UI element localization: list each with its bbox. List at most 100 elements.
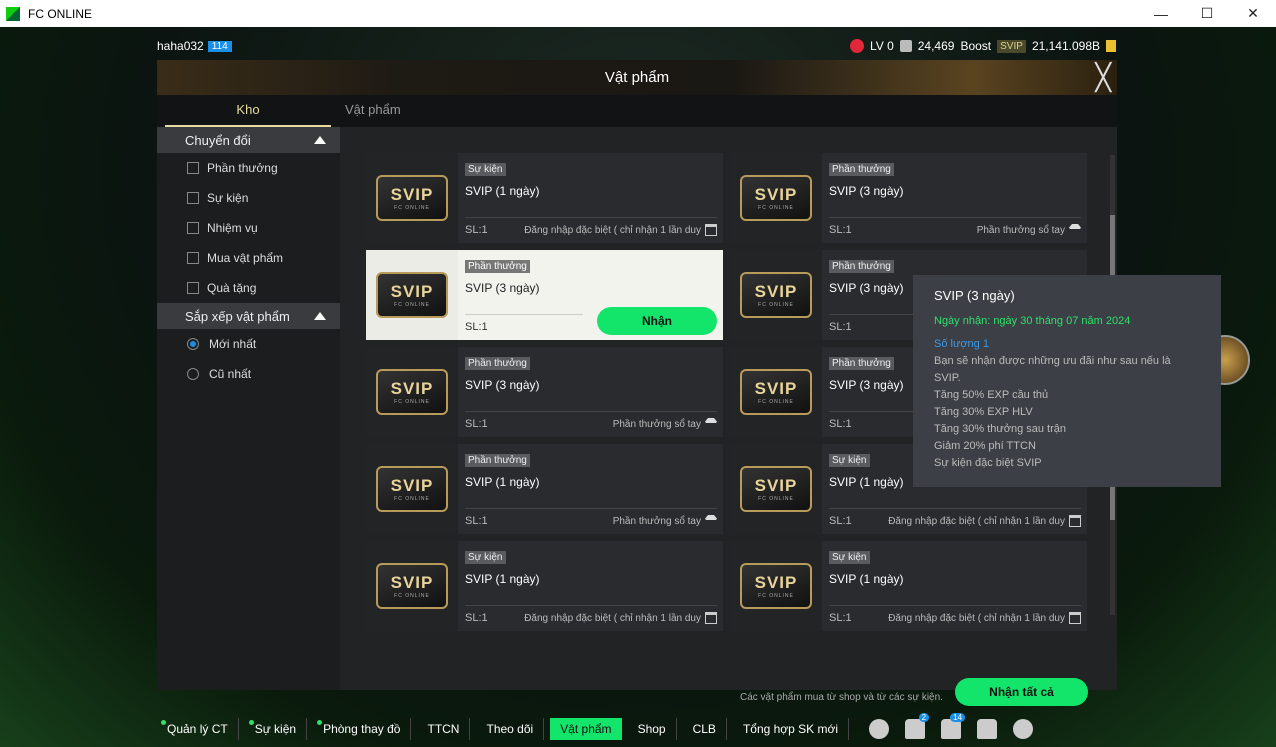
filter-option[interactable]: Phần thưởng — [157, 153, 340, 183]
svip-logo-sub: FC ONLINE — [394, 496, 430, 502]
sort-option[interactable]: Cũ nhất — [157, 359, 340, 389]
item-source-text: Phần thưởng sổ tay — [612, 418, 701, 430]
svip-logo-text: SVIP — [390, 476, 434, 495]
item-image: SVIP FC ONLINE — [366, 153, 458, 243]
chat-icon[interactable] — [869, 718, 890, 739]
bell-icon[interactable]: 14 — [941, 712, 966, 739]
maximize-button[interactable]: ☐ — [1184, 0, 1230, 27]
filter-option[interactable]: Sự kiện — [157, 183, 340, 213]
items-modal: Vật phẩm ╳ Kho Vật phẩm Chuyển đổi Phần … — [157, 60, 1221, 706]
svip-logo-text: SVIP — [390, 573, 434, 592]
nav-item[interactable]: Shop — [628, 717, 677, 740]
svip-logo-sub: FC ONLINE — [394, 399, 430, 405]
tooltip-line: Tăng 30% EXP HLV — [934, 406, 1033, 418]
svip-logo-sub: FC ONLINE — [394, 593, 430, 599]
svip-logo-text: SVIP — [754, 185, 798, 204]
item-card[interactable]: SVIP FC ONLINE Phần thưởng SVIP (3 ngày) SL:… — [366, 347, 723, 437]
close-icon[interactable]: ╳ — [1095, 64, 1111, 90]
calendar-icon — [705, 612, 717, 624]
svip-logo-sub: FC ONLINE — [758, 302, 794, 308]
item-body: Sự kiện SVIP (1 ngày) SL:1 Đăng nhập đặc bi… — [458, 541, 723, 631]
filter-section-header[interactable]: Chuyển đổi — [157, 127, 340, 153]
calendar-icon — [1069, 612, 1081, 624]
sort-section-header[interactable]: Sắp xếp vật phẩm — [157, 303, 340, 329]
nav-item[interactable]: Vật phẩm — [550, 717, 622, 740]
radio-button[interactable] — [187, 368, 199, 380]
checkbox[interactable] — [187, 162, 199, 174]
lv-value: LV 0 — [869, 39, 894, 53]
item-card[interactable]: SVIP FC ONLINE Sự kiện SVIP (1 ngày) SL:1 Đăn… — [730, 541, 1087, 631]
sidebar: Chuyển đổi Phần thưởng Sự kiện Nhiệm vụ Mua… — [157, 127, 340, 690]
svip-logo-sub: FC ONLINE — [758, 205, 794, 211]
item-source: Đăng nhập đặc biệt ( chỉ nhận 1 lần duy — [888, 515, 1081, 527]
tab-kho[interactable]: Kho — [165, 95, 331, 127]
checkbox[interactable] — [187, 252, 199, 264]
trophy-icon — [899, 40, 912, 52]
claim-button[interactable]: Nhận — [597, 307, 717, 335]
svip-badge: SVIP — [997, 39, 1026, 53]
item-image: SVIP FC ONLINE — [730, 153, 822, 243]
item-image: SVIP FC ONLINE — [730, 250, 822, 340]
window-titlebar: FC ONLINE — ☐ ✕ — [0, 0, 1276, 27]
filter-option[interactable]: Nhiệm vụ — [157, 213, 340, 243]
divider — [465, 411, 717, 412]
item-qty: SL:1 — [465, 515, 488, 527]
checkbox[interactable] — [187, 282, 199, 294]
gear-icon[interactable] — [1013, 718, 1034, 739]
item-card[interactable]: SVIP FC ONLINE Phần thưởng SVIP (3 ngày) SL:… — [730, 153, 1087, 243]
item-card[interactable]: SVIP FC ONLINE Sự kiện SVIP (1 ngày) SL:1 Đăn… — [366, 541, 723, 631]
window-close-button[interactable]: ✕ — [1230, 0, 1276, 27]
item-qty: SL:1 — [829, 612, 852, 624]
nav-item[interactable]: Phòng thay đồ — [313, 717, 412, 740]
nav-item[interactable]: Tổng hợp SK mới — [733, 717, 850, 740]
nav-item[interactable]: Theo dõi — [476, 717, 545, 740]
sort-option[interactable]: Mới nhất — [157, 329, 340, 359]
item-tag: Phần thưởng — [829, 260, 894, 273]
radio-button[interactable] — [187, 338, 199, 350]
filter-title: Chuyển đổi — [185, 132, 251, 148]
checkbox[interactable] — [187, 192, 199, 204]
item-name: SVIP (1 ngày) — [465, 572, 540, 586]
house-arrow-icon[interactable]: 2 — [905, 712, 930, 739]
item-card[interactable]: SVIP FC ONLINE Phần thưởng SVIP (1 ngày) SL:… — [366, 444, 723, 534]
item-source-text: Phần thưởng sổ tay — [612, 515, 701, 527]
item-tag: Phần thưởng — [829, 163, 894, 176]
item-qty: SL:1 — [829, 515, 852, 527]
svip-card-logo: SVIP FC ONLINE — [740, 175, 812, 221]
filter-option[interactable]: Mua vật phẩm — [157, 243, 340, 273]
item-card[interactable]: SVIP FC ONLINE Phần thưởng SVIP (3 ngày) SL:… — [366, 250, 723, 340]
item-card[interactable]: SVIP FC ONLINE Sự kiện SVIP (1 ngày) SL:1 Đăn… — [366, 153, 723, 243]
item-source: Phần thưởng sổ tay — [977, 224, 1081, 236]
diamond-icon — [1069, 224, 1081, 236]
game-area: haha032 114 LV 0 24,469 Boost SVIP 21,14… — [0, 27, 1276, 747]
divider — [465, 314, 583, 315]
divider — [465, 508, 717, 509]
svip-logo-text: SVIP — [754, 476, 798, 495]
item-tag: Sự kiện — [829, 454, 870, 467]
minimize-button[interactable]: — — [1138, 0, 1184, 27]
checkbox[interactable] — [187, 222, 199, 234]
item-source: Đăng nhập đặc biệt ( chỉ nhận 1 lần duy — [524, 612, 717, 624]
nav-item[interactable]: TTCN — [417, 717, 471, 740]
bp-coin-icon — [1106, 40, 1116, 52]
person-icon[interactable] — [977, 718, 998, 739]
notification-badge: 14 — [950, 712, 966, 722]
item-tooltip: SVIP (3 ngày) Ngày nhận: ngày 30 tháng 0… — [913, 275, 1221, 487]
filter-label: Nhiệm vụ — [207, 221, 258, 235]
item-tag: Sự kiện — [465, 163, 506, 176]
tab-vat-pham[interactable]: Vật phẩm — [345, 95, 401, 127]
points-value: 24,469 — [917, 39, 955, 53]
claim-all-button[interactable]: Nhận tất cả — [955, 678, 1088, 706]
filter-option[interactable]: Quà tặng — [157, 273, 340, 303]
nav-item[interactable]: Sự kiện — [245, 717, 308, 740]
svip-card-logo: SVIP FC ONLINE — [740, 466, 812, 512]
nav-item[interactable]: Quản lý CT — [157, 717, 239, 740]
tooltip-line: Tăng 50% EXP cầu thủ — [934, 389, 1049, 401]
item-image: SVIP FC ONLINE — [366, 250, 458, 340]
tooltip-line: Bạn sẽ nhận được những ưu đãi như sau nế… — [934, 355, 1171, 384]
nav-item[interactable]: CLB — [683, 717, 727, 740]
item-qty: SL:1 — [829, 224, 852, 236]
divider — [829, 605, 1081, 606]
item-name: SVIP (1 ngày) — [829, 572, 904, 586]
item-image: SVIP FC ONLINE — [366, 541, 458, 631]
